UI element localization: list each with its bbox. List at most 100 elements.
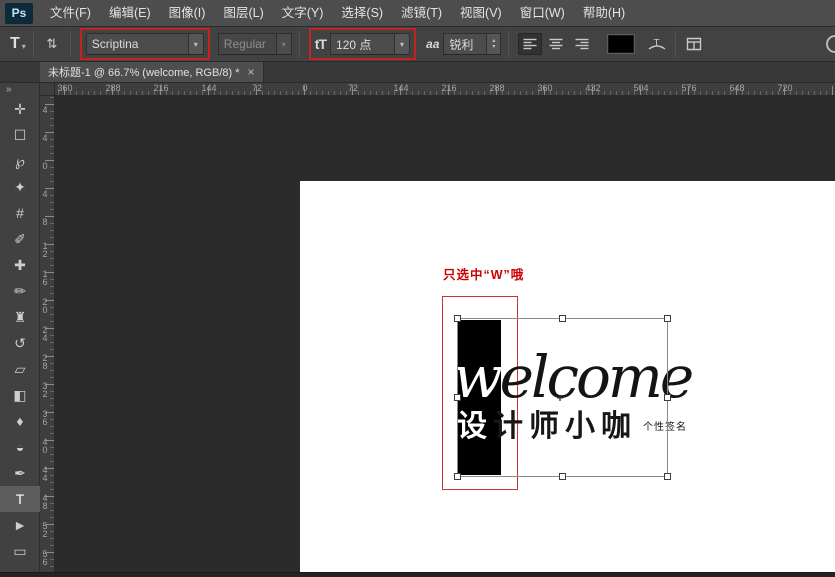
move-tool[interactable]: ✛ xyxy=(0,96,40,122)
tool-icon: ◒ xyxy=(15,439,25,455)
selection-handle-bottom-right[interactable] xyxy=(664,473,671,480)
status-circle-icon xyxy=(826,35,835,53)
type-tool-icon: T xyxy=(10,35,20,52)
font-family-value: Scriptina xyxy=(91,37,139,51)
font-style-value: Regular xyxy=(223,37,266,51)
quick-selection-tool[interactable]: ✦ xyxy=(0,174,40,200)
align-left-button[interactable] xyxy=(518,33,543,55)
photoshop-logo: Ps xyxy=(5,2,33,24)
crop-tool[interactable]: # xyxy=(0,200,40,226)
tool-icon: ✛ xyxy=(14,101,26,117)
warp-text-button[interactable]: T xyxy=(646,33,668,55)
chevron-down-icon: ▾ xyxy=(21,42,26,51)
menu-item[interactable]: 视图(V) xyxy=(451,0,511,26)
gradient-tool[interactable]: ◧ xyxy=(0,382,40,408)
horizontal-ruler[interactable]: 360 288 216 144 72 0 72 144 216 288 360 432 504 576 64… xyxy=(55,83,835,96)
menu-item[interactable]: 帮助(H) xyxy=(574,0,634,26)
brush-tool[interactable]: ✏ xyxy=(0,278,40,304)
dodge-tool[interactable]: ◒ xyxy=(0,434,40,460)
ruler-label: 4 xyxy=(42,189,48,199)
chevron-down-icon[interactable]: ▾ xyxy=(394,34,410,54)
font-size-select[interactable]: 120 点 ▾ xyxy=(330,33,411,55)
font-style-select[interactable]: Regular ▾ xyxy=(217,33,292,55)
text-bounding-box[interactable]: + xyxy=(454,315,671,480)
ruler-label: 0 xyxy=(42,161,48,171)
selection-handle-top-right[interactable] xyxy=(664,315,671,322)
ruler-label: 216 xyxy=(441,83,457,93)
ruler-label: 288 xyxy=(489,83,505,93)
selection-handle-top-left[interactable] xyxy=(454,315,461,322)
tools-panel-header[interactable]: » xyxy=(0,83,39,96)
tool-icon: ♦ xyxy=(16,413,24,429)
selection-handle-bottom-left[interactable] xyxy=(454,473,461,480)
selection-handle-bottom-middle[interactable] xyxy=(558,473,566,480)
tool-icon: ◧ xyxy=(13,387,27,403)
collapse-chevron-icon: » xyxy=(6,83,12,95)
rectangular-marquee-tool[interactable]: ☐ xyxy=(0,122,40,148)
tool-icon: ✚ xyxy=(14,257,26,273)
spinner-icon[interactable]: ▴ ▾ xyxy=(486,34,501,54)
eyedropper-tool[interactable]: ✐ xyxy=(0,226,40,252)
tab-close-icon[interactable]: × xyxy=(248,66,255,78)
horizontal-type-tool[interactable]: T xyxy=(0,486,40,512)
selection-handle-top-middle[interactable] xyxy=(558,315,566,322)
history-brush-tool[interactable]: ↺ xyxy=(0,330,40,356)
ruler-label: 32 xyxy=(42,381,48,399)
eraser-tool[interactable]: ▱ xyxy=(0,356,40,382)
ruler-corner[interactable] xyxy=(40,83,55,96)
tool-options-bar: T ▾ ⇅ Scriptina ▾ Regular ▾ tT 120 点 ▾ a… xyxy=(0,27,835,62)
menu-item[interactable]: 图层(L) xyxy=(214,0,272,26)
align-right-icon xyxy=(575,38,589,49)
ruler-label: 56 xyxy=(42,549,48,567)
text-orientation-toggle-button[interactable]: ⇅ xyxy=(41,33,63,55)
menu-item[interactable]: 编辑(E) xyxy=(100,0,160,26)
bottom-strip xyxy=(0,572,835,577)
ruler-label: 44 xyxy=(42,465,48,483)
text-color-swatch[interactable] xyxy=(607,34,636,54)
selection-handle-middle-right[interactable] xyxy=(664,393,671,401)
separator xyxy=(508,31,510,57)
tools-panel: » ✛ ☐ ℘ ✦ # ✐ ✚ ✏ ♜ ↺ ▱ ◧ ♦ ◒ ✒ T ► ▭ xyxy=(0,83,40,572)
menu-item[interactable]: 图像(I) xyxy=(160,0,215,26)
anti-alias-select[interactable]: 锐利 ▴ ▾ xyxy=(443,33,502,55)
menu-item[interactable]: 滤镜(T) xyxy=(392,0,451,26)
font-family-select[interactable]: Scriptina ▾ xyxy=(85,33,204,55)
transform-center-point[interactable]: + xyxy=(557,391,564,405)
text-orientation-icon: ⇅ xyxy=(46,36,58,51)
anti-alias-value: 锐利 xyxy=(449,37,474,52)
separator xyxy=(298,31,300,57)
menu-item[interactable]: 文字(Y) xyxy=(273,0,333,26)
menu-item[interactable]: 窗口(W) xyxy=(511,0,574,26)
document-tab[interactable]: 未标题-1 @ 66.7% (welcome, RGB/8) * × xyxy=(40,62,264,82)
pen-tool[interactable]: ✒ xyxy=(0,460,40,486)
path-selection-tool[interactable]: ► xyxy=(0,512,40,538)
spot-healing-brush-tool[interactable]: ✚ xyxy=(0,252,40,278)
align-center-button[interactable] xyxy=(544,33,568,55)
toggle-panels-button[interactable] xyxy=(683,33,705,55)
ruler-label: 144 xyxy=(393,83,409,93)
ruler-label: 72 xyxy=(347,83,358,93)
ruler-label: 504 xyxy=(633,83,649,93)
clone-stamp-tool[interactable]: ♜ xyxy=(0,304,40,330)
menu-item[interactable]: 选择(S) xyxy=(332,0,392,26)
tool-icon: ✦ xyxy=(14,179,26,195)
document-column: 360 288 216 144 72 0 72 144 216 288 360 432 504 576 64… xyxy=(40,83,835,572)
svg-text:T: T xyxy=(654,38,660,49)
tool-preset-picker[interactable]: T ▾ xyxy=(10,35,26,53)
vertical-ruler[interactable]: 4 4 0 4 8 12 16 20 24 28 32 36 40 44 48 52 56 xyxy=(40,96,55,572)
work-area: » ✛ ☐ ℘ ✦ # ✐ ✚ ✏ ♜ ↺ ▱ ◧ ♦ ◒ ✒ T ► ▭ 36… xyxy=(0,83,835,572)
font-size-value: 120 点 xyxy=(336,37,372,52)
rectangle-tool[interactable]: ▭ xyxy=(0,538,40,564)
lasso-tool[interactable]: ℘ xyxy=(0,148,40,174)
selection-handle-middle-left[interactable] xyxy=(454,393,461,401)
tool-icon: ♜ xyxy=(13,309,27,325)
align-left-icon xyxy=(523,38,537,49)
ruler-label: 216 xyxy=(153,83,169,93)
chevron-down-icon[interactable]: ▾ xyxy=(187,34,203,54)
blur-tool[interactable]: ♦ xyxy=(0,408,40,434)
menu-item[interactable]: 文件(F) xyxy=(41,0,100,26)
align-center-icon xyxy=(549,38,563,49)
ruler-label: 288 xyxy=(105,83,121,93)
ruler-label: 648 xyxy=(729,83,745,93)
align-right-button[interactable] xyxy=(570,33,594,55)
